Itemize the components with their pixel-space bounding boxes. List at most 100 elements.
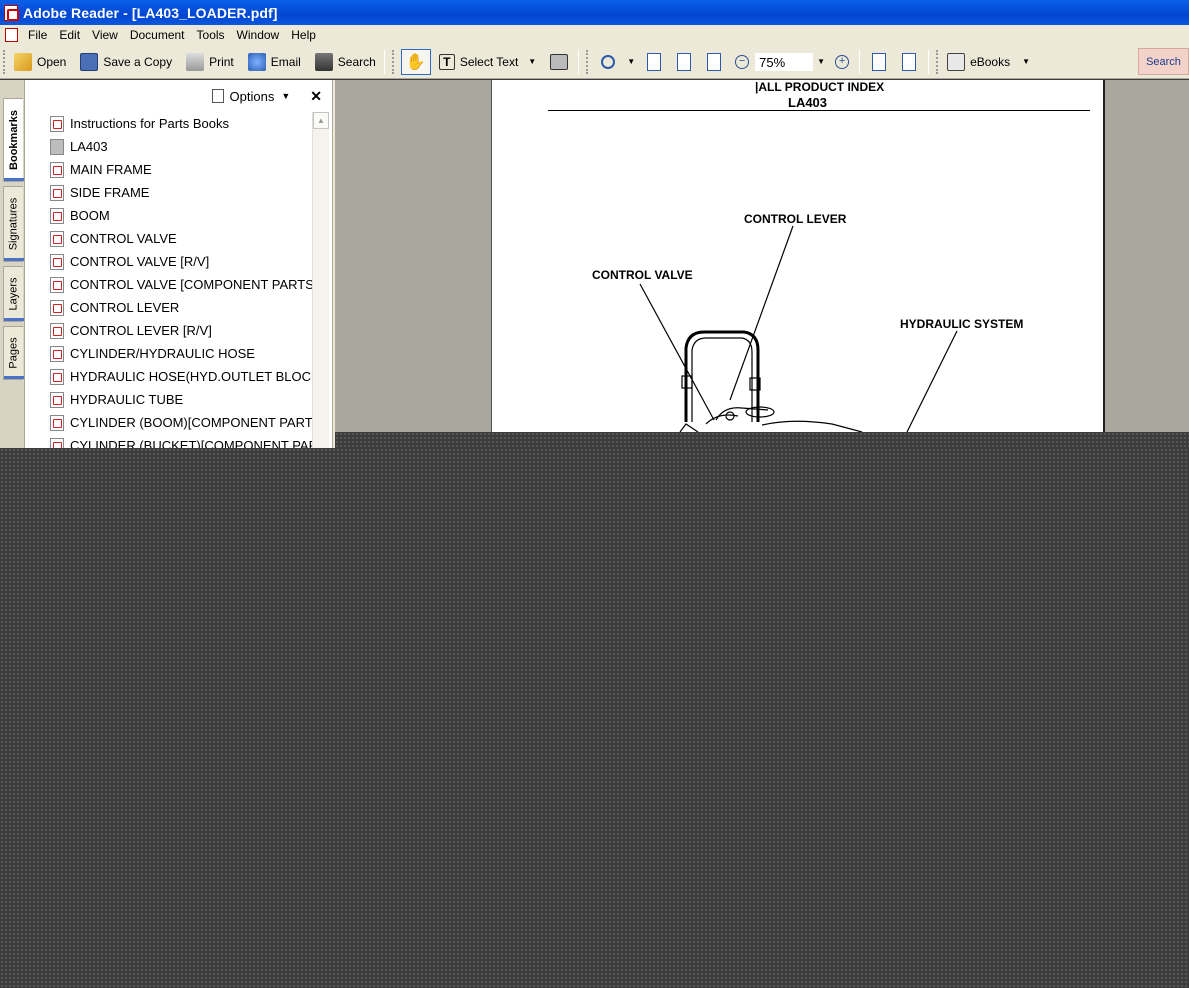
save-copy-button[interactable]: Save a Copy <box>76 49 176 75</box>
print-label: Print <box>209 54 234 69</box>
hand-tool-button[interactable]: ✋ <box>400 48 431 75</box>
search-web-label: Search <box>1146 55 1181 68</box>
navigation-tab-strip: Bookmarks Signatures Layers Pages <box>0 80 25 448</box>
bookmark-item[interactable]: CONTROL VALVE [COMPONENT PARTS <box>25 273 312 296</box>
pdf-page-icon <box>50 207 64 224</box>
bookmark-item[interactable]: CONTROL VALVE <box>25 227 312 250</box>
ebooks-dropdown-icon[interactable]: ▼ <box>1022 57 1030 66</box>
zoom-dropdown-icon[interactable]: ▼ <box>817 57 825 66</box>
print-button[interactable]: Print <box>182 49 238 75</box>
menu-help[interactable]: Help <box>285 25 322 45</box>
bookmark-label: CYLINDER (BUCKET)[COMPONENT PAR <box>70 438 312 448</box>
toolbar-grip[interactable] <box>936 49 940 74</box>
open-button[interactable]: Open <box>10 49 70 75</box>
select-text-dropdown-icon[interactable]: ▼ <box>528 57 536 66</box>
zoom-tool-dropdown-icon[interactable]: ▼ <box>627 57 635 66</box>
email-label: Email <box>270 54 301 69</box>
select-text-label: Select Text <box>459 54 519 69</box>
scroll-up-icon[interactable]: ▲ <box>313 112 329 129</box>
email-button[interactable]: Email <box>244 49 305 75</box>
zoom-input[interactable]: 75% <box>755 52 814 71</box>
rotate-clockwise-button[interactable] <box>867 50 891 74</box>
toolbar-grip[interactable] <box>3 49 7 74</box>
fit-page-button[interactable] <box>672 50 696 74</box>
floppy-disk-icon <box>80 52 99 71</box>
bookmark-item[interactable]: MAIN FRAME <box>25 158 312 181</box>
options-button[interactable]: Options ▼ <box>211 88 290 104</box>
bookmark-item[interactable]: CONTROL VALVE [R/V] <box>25 250 312 273</box>
printer-icon <box>186 52 205 71</box>
pdf-page-icon <box>50 115 64 132</box>
bookmark-label: CONTROL VALVE <box>70 231 177 246</box>
search-web-button[interactable]: Search <box>1138 48 1189 75</box>
options-icon <box>211 89 224 103</box>
close-panel-icon[interactable]: ✕ <box>310 88 322 105</box>
bookmark-item[interactable]: HYDRAULIC HOSE(HYD.OUTLET BLOCK <box>25 365 312 388</box>
pdf-page-icon <box>50 437 64 448</box>
menu-tools[interactable]: Tools <box>191 25 231 45</box>
snapshot-button[interactable] <box>547 50 571 74</box>
menu-document[interactable]: Document <box>124 25 191 45</box>
tab-signatures[interactable]: Signatures <box>3 186 24 262</box>
bookmark-item[interactable]: CYLINDER (BOOM)[COMPONENT PART <box>25 411 312 434</box>
bookmark-item[interactable]: LA403 <box>25 135 312 158</box>
pdf-page-icon <box>50 414 64 431</box>
menu-window[interactable]: Window <box>231 25 286 45</box>
bookmark-item[interactable]: CONTROL LEVER [R/V] <box>25 319 312 342</box>
pdf-page: |ALL PRODUCT INDEX LA403 CONTROL LEVER C… <box>491 80 1105 432</box>
tab-layers[interactable]: Layers <box>3 266 24 322</box>
zoom-in-tool-button[interactable] <box>596 50 620 74</box>
bookmark-label: LA403 <box>70 139 108 154</box>
tab-bookmarks[interactable]: Bookmarks <box>3 98 24 182</box>
document-area[interactable]: |ALL PRODUCT INDEX LA403 CONTROL LEVER C… <box>335 80 1189 432</box>
document-icon[interactable] <box>5 28 18 42</box>
bookmark-label: CYLINDER/HYDRAULIC HOSE <box>70 346 255 361</box>
bookmark-item[interactable]: SIDE FRAME <box>25 181 312 204</box>
pdf-page-icon <box>50 345 64 362</box>
zoom-out-icon[interactable]: − <box>735 54 750 69</box>
open-label: Open <box>37 54 67 69</box>
tab-pages[interactable]: Pages <box>3 326 24 380</box>
bookmark-label: BOOM <box>70 208 110 223</box>
toolbar-grip[interactable] <box>586 49 590 74</box>
ebook-icon <box>947 52 966 71</box>
fit-page-icon <box>677 52 692 71</box>
ebooks-button[interactable]: eBooks ▼ <box>943 49 1038 75</box>
actual-size-button[interactable] <box>642 50 666 74</box>
menu-view[interactable]: View <box>86 25 124 45</box>
menu-edit[interactable]: Edit <box>53 25 86 45</box>
bookmarks-panel: Options ▼ ✕ Instructions for Parts Books… <box>25 80 332 448</box>
adobe-reader-icon <box>4 4 19 21</box>
bookmark-label: MAIN FRAME <box>70 162 152 177</box>
tab-layers-indicator <box>4 318 24 321</box>
loader-drawing <box>639 225 958 432</box>
fit-width-button[interactable] <box>702 50 726 74</box>
obscured-region <box>335 432 1189 448</box>
toolbar-grip[interactable] <box>391 49 396 74</box>
rotate-clockwise-icon <box>872 52 887 71</box>
bookmark-item[interactable]: CONTROL LEVER <box>25 296 312 319</box>
bookmark-item[interactable]: BOOM <box>25 204 312 227</box>
options-label: Options <box>229 88 275 104</box>
bookmarks-scrollbar[interactable]: ▲ <box>312 112 329 448</box>
select-text-button[interactable]: T Select Text ▼ <box>435 49 544 75</box>
rotate-counterclockwise-icon <box>902 52 917 71</box>
tab-bookmarks-indicator <box>4 178 24 181</box>
bookmark-label: HYDRAULIC TUBE <box>70 392 184 407</box>
bookmark-item[interactable]: HYDRAULIC TUBE <box>25 388 312 411</box>
magnifier-icon <box>601 54 616 69</box>
tab-pages-indicator <box>4 376 24 379</box>
zoom-in-icon[interactable]: + <box>835 54 850 69</box>
folder-open-icon <box>14 52 32 71</box>
bookmark-item[interactable]: CYLINDER (BUCKET)[COMPONENT PAR <box>25 434 312 448</box>
tab-signatures-label: Signatures <box>7 197 20 251</box>
pdf-page-icon <box>50 253 64 270</box>
bookmark-label: CONTROL VALVE [R/V] <box>70 254 210 269</box>
search-button[interactable]: Search <box>311 49 380 75</box>
bookmark-item[interactable]: Instructions for Parts Books <box>25 112 312 135</box>
bookmark-label: CONTROL LEVER <box>70 300 180 315</box>
bookmark-item[interactable]: CYLINDER/HYDRAULIC HOSE <box>25 342 312 365</box>
rotate-counterclockwise-button[interactable] <box>897 50 921 74</box>
save-copy-label: Save a Copy <box>103 54 173 69</box>
menu-file[interactable]: File <box>22 25 53 45</box>
